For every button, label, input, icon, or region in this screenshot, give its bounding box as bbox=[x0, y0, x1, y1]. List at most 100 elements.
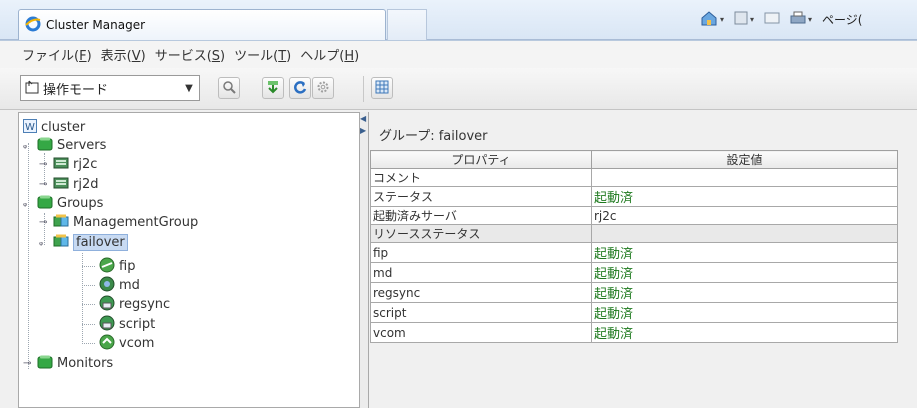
tree-label: Monitors bbox=[57, 356, 114, 371]
status-value-cell: 起動済 bbox=[591, 282, 898, 303]
expand-toggle-icon[interactable]: ⊸ bbox=[39, 179, 49, 190]
tree-label: script bbox=[119, 317, 156, 332]
menu-help[interactable]: ヘルプ(H) bbox=[300, 45, 359, 64]
print-button[interactable]: ▾ bbox=[790, 11, 812, 28]
vcom-resource-icon bbox=[99, 334, 115, 353]
feed-icon bbox=[734, 11, 748, 28]
chevron-down-icon: ▾ bbox=[808, 15, 813, 24]
home-button[interactable]: ▾ bbox=[700, 10, 724, 29]
tree-node-groups[interactable]: ᵩ Groups bbox=[23, 194, 103, 213]
value-cell bbox=[591, 168, 898, 187]
table-row[interactable]: 起動済みサーバ rj2c bbox=[370, 206, 898, 225]
tree-node-resource[interactable]: script bbox=[99, 315, 155, 334]
table-row[interactable]: コメント bbox=[370, 168, 898, 187]
ie-logo-icon bbox=[25, 16, 41, 35]
collapse-left-icon[interactable]: ◀ bbox=[360, 114, 368, 124]
script-resource-icon bbox=[99, 315, 115, 334]
tab-title: Cluster Manager bbox=[46, 18, 146, 32]
tree-label: fip bbox=[119, 259, 136, 274]
status-value-cell: 起動済 bbox=[591, 322, 898, 343]
browser-tab[interactable]: Cluster Manager bbox=[18, 9, 386, 40]
feeds-button[interactable]: ▾ bbox=[734, 11, 754, 28]
expand-toggle-icon[interactable]: ⊸ bbox=[23, 358, 33, 369]
menu-service[interactable]: サービス(S) bbox=[155, 45, 225, 64]
status-value-cell: 起動済 bbox=[591, 186, 898, 207]
folder-icon bbox=[37, 195, 53, 212]
expand-toggle-icon[interactable]: ᵩ bbox=[23, 140, 33, 151]
status-value-cell: 起動済 bbox=[591, 242, 898, 263]
tree-label: rj2d bbox=[73, 177, 99, 192]
server-icon bbox=[53, 156, 69, 173]
menu-bar: ファイル(F) 表示(V) サービス(S) ツール(T) ヘルプ(H) bbox=[0, 40, 917, 68]
download-button[interactable] bbox=[262, 77, 284, 99]
column-header-property[interactable]: プロパティ bbox=[370, 150, 592, 169]
table-header-row: プロパティ 設定値 bbox=[370, 150, 898, 169]
grid-view-button[interactable] bbox=[371, 77, 393, 99]
mode-select-value: 操作モード bbox=[43, 82, 109, 98]
chevron-down-icon[interactable]: ▼ bbox=[179, 76, 199, 100]
group-title: グループ: failover bbox=[379, 129, 488, 144]
chevron-down-icon: ▾ bbox=[720, 15, 725, 24]
group-icon bbox=[53, 214, 69, 231]
disk-resource-icon bbox=[99, 276, 115, 295]
menu-tools[interactable]: ツール(T) bbox=[234, 45, 291, 64]
tree-node-resource[interactable]: regsync bbox=[99, 295, 170, 314]
table-row[interactable]: md 起動済 bbox=[370, 262, 898, 283]
expand-toggle-icon[interactable]: ᵩ bbox=[23, 198, 33, 209]
table-row[interactable]: ステータス 起動済 bbox=[370, 186, 898, 207]
value-cell: rj2c bbox=[591, 206, 898, 225]
tree-node-group-selected[interactable]: ᵩ failover bbox=[39, 233, 128, 252]
tree-node-servers[interactable]: ᵩ Servers bbox=[23, 136, 106, 155]
refresh-icon bbox=[293, 80, 307, 97]
detail-panel: グループ: failover プロパティ 設定値 コメント ステータス 起動済 起動済… bbox=[368, 112, 917, 408]
gear-icon bbox=[316, 80, 330, 97]
cluster-tree: W cluster ᵩ Servers ⊸ rj2c ⊸ rj2d ᵩ Grou… bbox=[18, 112, 360, 408]
tree-node-server[interactable]: ⊸ rj2d bbox=[39, 175, 98, 194]
tree-label: Servers bbox=[57, 138, 107, 153]
collapse-right-icon[interactable]: ▶ bbox=[360, 126, 368, 136]
tree-line bbox=[82, 324, 95, 325]
expand-toggle-icon[interactable]: ᵩ bbox=[39, 237, 49, 248]
table-section-row[interactable]: リソースステータス bbox=[370, 224, 898, 243]
tree-line bbox=[28, 143, 29, 369]
mode-select[interactable]: 操作モード ▼ bbox=[20, 75, 200, 101]
settings-button[interactable] bbox=[312, 77, 334, 99]
search-button[interactable] bbox=[218, 77, 240, 99]
svg-text:W: W bbox=[25, 122, 35, 133]
tree-line bbox=[82, 266, 95, 267]
table-row[interactable]: fip 起動済 bbox=[370, 242, 898, 263]
refresh-button[interactable] bbox=[289, 77, 311, 99]
new-tab-button[interactable] bbox=[387, 9, 427, 40]
column-header-value[interactable]: 設定値 bbox=[591, 150, 898, 169]
menu-view[interactable]: 表示(V) bbox=[101, 45, 146, 64]
tree-node-resource[interactable]: fip bbox=[99, 257, 135, 276]
table-row[interactable]: script 起動済 bbox=[370, 302, 898, 323]
status-value-cell: 起動済 bbox=[591, 302, 898, 323]
tree-node-resource[interactable]: vcom bbox=[99, 334, 154, 353]
folder-icon bbox=[37, 137, 53, 154]
panel-splitter[interactable]: ◀ ▶ bbox=[360, 112, 368, 408]
property-cell: ステータス bbox=[370, 186, 592, 207]
folder-icon bbox=[37, 355, 53, 372]
tree-node-monitors[interactable]: ⊸ Monitors bbox=[23, 354, 113, 373]
tree-node-cluster[interactable]: W cluster bbox=[23, 118, 85, 137]
search-icon bbox=[222, 80, 236, 97]
server-icon bbox=[53, 176, 69, 193]
table-row[interactable]: vcom 起動済 bbox=[370, 322, 898, 343]
operate-mode-icon bbox=[25, 80, 39, 97]
property-cell: コメント bbox=[370, 168, 592, 187]
tree-node-group[interactable]: ⊸ ManagementGroup bbox=[39, 213, 198, 232]
expand-toggle-icon[interactable]: ⊸ bbox=[39, 217, 49, 228]
tree-node-resource[interactable]: md bbox=[99, 276, 140, 295]
tree-label: cluster bbox=[41, 120, 86, 135]
tree-label: md bbox=[119, 278, 140, 293]
page-menu[interactable]: ページ( bbox=[822, 11, 862, 28]
chevron-down-icon: ▾ bbox=[750, 15, 755, 24]
mail-button[interactable] bbox=[764, 12, 780, 27]
tree-node-server[interactable]: ⊸ rj2c bbox=[39, 155, 97, 174]
tree-label: failover bbox=[73, 234, 128, 251]
expand-toggle-icon[interactable]: ⊸ bbox=[39, 159, 49, 170]
menu-file[interactable]: ファイル(F) bbox=[22, 45, 92, 64]
property-cell: md bbox=[370, 262, 592, 283]
table-row[interactable]: regsync 起動済 bbox=[370, 282, 898, 303]
